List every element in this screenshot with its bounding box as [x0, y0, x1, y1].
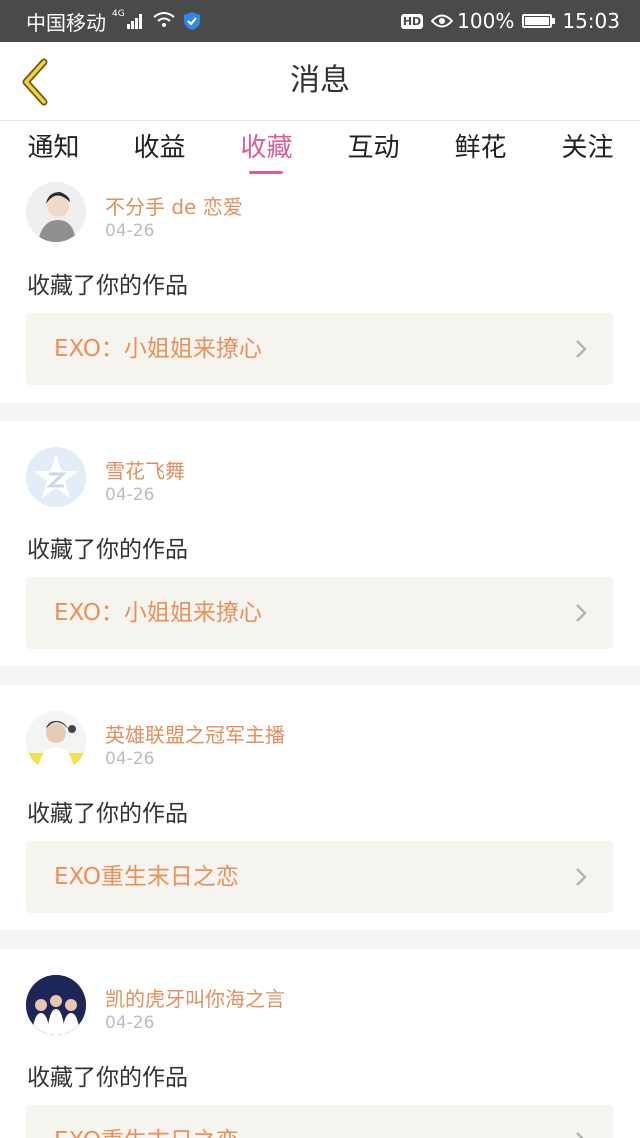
signal-icon [126, 13, 143, 29]
message-text: 收藏了你的作品 [27, 1065, 188, 1091]
message-date: 04-26 [105, 1013, 155, 1033]
tab-earnings[interactable]: 收益 [106, 121, 213, 177]
avatar[interactable] [26, 447, 86, 507]
carrier-name: 中国移动 [26, 10, 106, 35]
message-list[interactable]: 不分手 de 恋爱 04-26 收藏了你的作品 EXO：小姐姐来撩心 雪花飞舞 … [0, 177, 640, 1138]
avatar[interactable] [26, 975, 86, 1035]
battery-percent: 100% [457, 9, 515, 33]
tab-bar: 通知 收益 收藏 互动 鲜花 关注 [0, 121, 640, 177]
user-name[interactable]: 英雄联盟之冠军主播 [105, 719, 285, 748]
work-title: EXO：小姐姐来撩心 [54, 336, 262, 362]
chevron-right-icon [576, 868, 587, 886]
work-link[interactable]: EXO重生末日之恋 [26, 1105, 613, 1138]
hd-badge: HD [400, 13, 424, 29]
message-date: 04-26 [105, 485, 155, 505]
eye-icon [430, 9, 454, 33]
message-card: 雪花飞舞 04-26 收藏了你的作品 EXO：小姐姐来撩心 [0, 421, 640, 666]
tab-favorites[interactable]: 收藏 [213, 121, 320, 177]
tab-notifications[interactable]: 通知 [0, 121, 107, 177]
wifi-icon [153, 9, 175, 33]
message-card: 英雄联盟之冠军主播 04-26 收藏了你的作品 EXO重生末日之恋 [0, 685, 640, 930]
active-tab-indicator [249, 171, 283, 174]
message-text: 收藏了你的作品 [27, 537, 188, 563]
avatar[interactable] [26, 711, 86, 771]
user-name[interactable]: 凯的虎牙叫你海之言 [105, 983, 285, 1012]
work-title: EXO：小姐姐来撩心 [54, 600, 262, 626]
message-date: 04-26 [105, 221, 155, 241]
work-link[interactable]: EXO重生末日之恋 [26, 841, 613, 913]
work-title: EXO重生末日之恋 [54, 864, 239, 890]
clock: 15:03 [562, 9, 620, 33]
page-title: 消息 [290, 63, 350, 98]
tab-follows[interactable]: 关注 [534, 121, 640, 177]
header: 消息 [0, 42, 640, 121]
message-card: 凯的虎牙叫你海之言 04-26 收藏了你的作品 EXO重生末日之恋 [0, 949, 640, 1138]
work-title: EXO重生末日之恋 [54, 1105, 239, 1138]
chevron-right-icon [576, 340, 587, 358]
battery-icon [522, 14, 556, 28]
chevron-right-icon [576, 1132, 584, 1138]
work-link[interactable]: EXO：小姐姐来撩心 [26, 577, 613, 649]
status-bar: 中国移动 4G HD 100% 15:03 [0, 0, 640, 42]
tab-flowers[interactable]: 鲜花 [427, 121, 534, 177]
message-date: 04-26 [105, 749, 155, 769]
tab-interactions[interactable]: 互动 [320, 121, 427, 177]
chevron-right-icon [576, 604, 587, 622]
message-card: 不分手 de 恋爱 04-26 收藏了你的作品 EXO：小姐姐来撩心 [0, 177, 640, 403]
network-type: 4G [112, 9, 125, 19]
avatar[interactable] [26, 182, 86, 242]
shield-icon [183, 11, 201, 31]
user-name[interactable]: 不分手 de 恋爱 [105, 191, 243, 220]
message-text: 收藏了你的作品 [27, 273, 188, 299]
user-name[interactable]: 雪花飞舞 [105, 455, 185, 484]
work-link[interactable]: EXO：小姐姐来撩心 [26, 313, 613, 385]
message-text: 收藏了你的作品 [27, 801, 188, 827]
